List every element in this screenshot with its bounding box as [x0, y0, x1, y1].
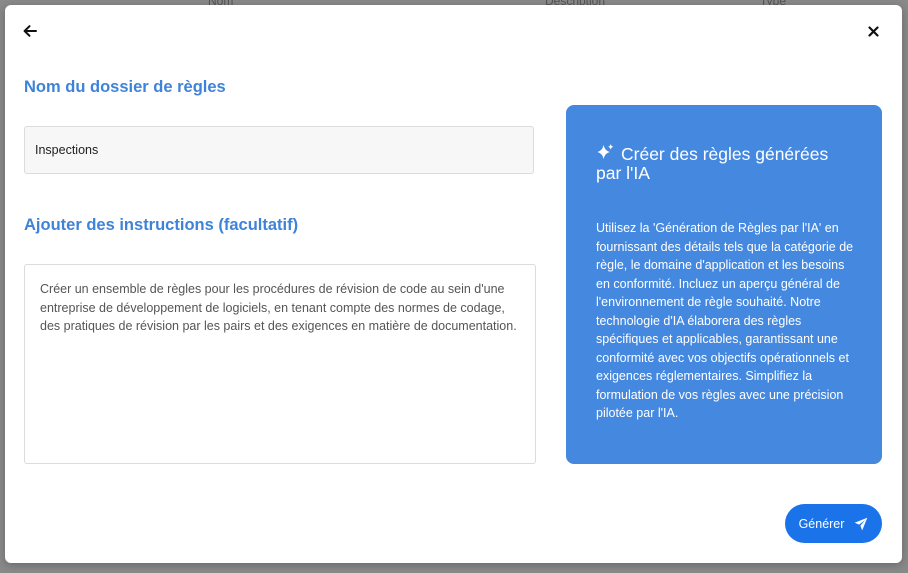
ai-info-description: Utilisez la 'Génération de Règles par l'… [596, 221, 854, 420]
back-button[interactable] [19, 20, 41, 42]
send-icon [855, 517, 868, 530]
sparkle-icon [597, 143, 614, 160]
ai-info-panel: Créer des règles générées par l'IA Utili… [566, 105, 882, 464]
rule-folder-name-label: Nom du dossier de règles [24, 78, 226, 96]
close-button[interactable] [862, 20, 884, 42]
instructions-textarea[interactable] [24, 264, 536, 464]
generate-button[interactable]: Générer [785, 504, 882, 543]
ai-info-title-row: Créer des règles générées par l'IA [596, 143, 856, 183]
rule-folder-name-input[interactable] [24, 126, 534, 174]
generate-button-label: Générer [798, 516, 845, 531]
ai-rules-modal: Nom du dossier de règles Ajouter des ins… [5, 5, 902, 563]
instructions-label: Ajouter des instructions (facultatif) [24, 216, 299, 234]
ai-info-title: Créer des règles générées par l'IA [596, 144, 829, 183]
close-icon [867, 25, 879, 37]
arrow-left-icon [23, 25, 37, 37]
